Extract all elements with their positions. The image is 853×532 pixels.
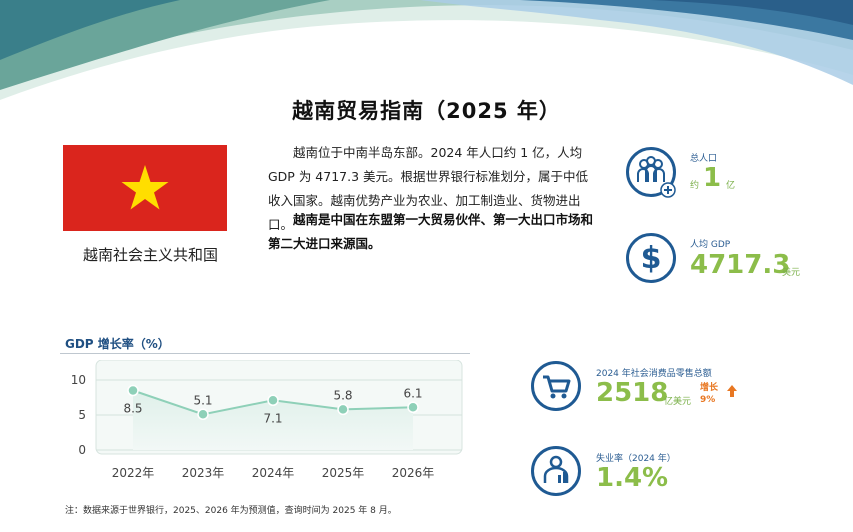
data-label: 5.8: [333, 388, 352, 402]
plus-icon: [660, 182, 676, 198]
vietnam-flag: [63, 145, 227, 231]
chart-point: [337, 403, 349, 416]
chart-point: [267, 394, 279, 407]
retail-sales-value: 2518: [596, 378, 669, 408]
y-tick-label: 5: [78, 408, 86, 422]
x-tick-label: 2026年: [392, 466, 435, 480]
x-tick-label: 2023年: [182, 466, 225, 480]
population-prefix: 约: [690, 181, 700, 191]
footnote: 注：数据来源于世界银行，2025、2026 年为预测值，查询时间为 2025 年…: [65, 506, 397, 516]
gdp-per-capita-label: 人均 GDP: [690, 240, 731, 250]
y-tick-label: 0: [78, 443, 86, 457]
flag-star-icon: [121, 165, 169, 210]
unemployment-value: 1.4%: [596, 463, 669, 493]
dollar-icon: $: [626, 233, 676, 283]
y-tick-label: 10: [71, 373, 86, 387]
svg-text:$: $: [641, 241, 662, 276]
arrow-up-icon: [727, 385, 737, 397]
retail-growth-label: 增长: [700, 383, 719, 393]
country-name: 越南社会主义共和国: [82, 246, 218, 264]
chart-point: [407, 401, 419, 414]
data-label: 7.1: [263, 411, 282, 425]
data-label: 6.1: [403, 386, 422, 400]
population-value: 1: [703, 163, 722, 193]
data-label: 8.5: [123, 402, 142, 416]
cart-icon: [531, 361, 581, 411]
chart-point: [197, 408, 209, 421]
gdp-per-capita-value: 4717.3: [690, 250, 791, 280]
population-unit: 亿: [726, 181, 736, 191]
intro-highlight: 越南是中国在东盟第一大贸易伙伴、第一大出口市场和第二大进口来源国。: [268, 212, 594, 251]
chart-title: GDP 增长率（%）: [65, 337, 170, 351]
x-tick-label: 2025年: [322, 466, 365, 480]
gdp-growth-chart: 8.5 5.1 7.1 5.8 6.1 0 5 10 2022年 2023年 2024年 2025…: [71, 360, 463, 480]
data-label: 5.1: [193, 393, 212, 407]
x-tick-label: 2024年: [252, 466, 295, 480]
chart-point: [127, 384, 139, 397]
x-tick-label: 2022年: [112, 466, 155, 480]
person-chart-icon: [531, 446, 581, 496]
retail-growth-value: 9%: [700, 395, 716, 405]
page-title: 越南贸易指南（2025 年）: [292, 99, 561, 123]
retail-sales-unit: 亿美元: [664, 397, 692, 407]
chart-title-rule: [60, 353, 470, 354]
gdp-per-capita-unit: 美元: [782, 268, 801, 278]
